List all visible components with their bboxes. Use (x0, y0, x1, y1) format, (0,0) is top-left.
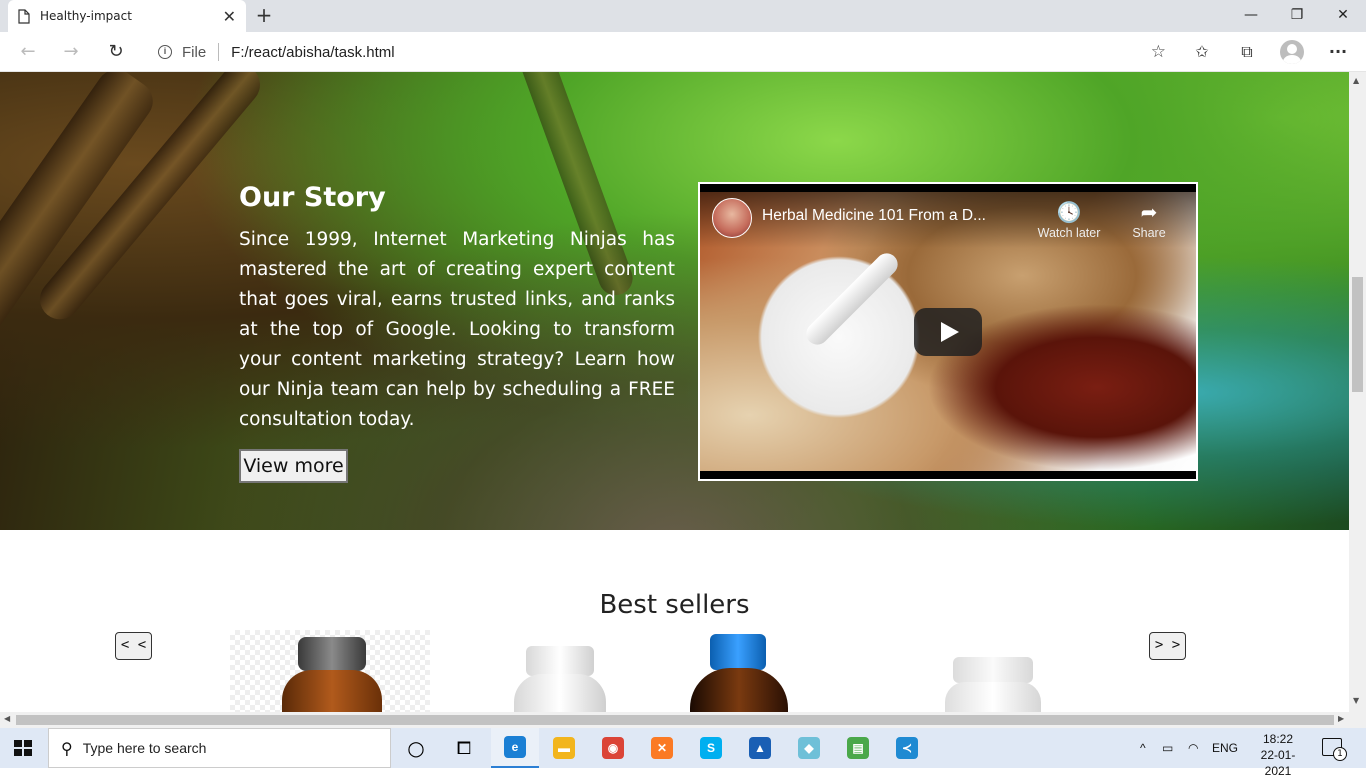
tab-close-icon[interactable]: ✕ (223, 7, 236, 26)
app-icon: ◉ (602, 737, 624, 759)
page-viewport: Our Story Since 1999, Internet Marketing… (0, 72, 1349, 712)
hero-title: Our Story (239, 182, 386, 213)
divider (218, 43, 220, 61)
vertical-scrollbar[interactable]: ▲ ▼ (1349, 72, 1366, 712)
app-icon: ◆ (798, 737, 820, 759)
taskbar-app-photos[interactable]: ▲ (736, 728, 784, 768)
hero-section: Our Story Since 1999, Internet Marketing… (0, 72, 1349, 530)
video-thumbnail[interactable]: Herbal Medicine 101 From a D... 🕓 Watch … (700, 192, 1196, 471)
scroll-down-icon[interactable]: ▼ (1353, 696, 1359, 705)
notification-icon[interactable]: 1 (1322, 738, 1347, 761)
task-view-icon[interactable]: ⧠ (440, 728, 488, 768)
app-icon: e (504, 736, 526, 758)
taskbar-app-skype[interactable]: S (687, 728, 735, 768)
forward-button[interactable]: → (57, 38, 85, 66)
app-icon: ≺ (896, 737, 918, 759)
taskbar-app-xampp[interactable]: ✕ (638, 728, 686, 768)
video-title[interactable]: Herbal Medicine 101 From a D... (762, 207, 986, 225)
page-icon (18, 8, 30, 24)
vertical-scroll-thumb[interactable] (1352, 277, 1363, 392)
minimize-button[interactable]: — (1228, 0, 1274, 30)
app-icon: S (700, 737, 722, 759)
channel-avatar[interactable] (712, 198, 752, 238)
refresh-button[interactable]: ↻ (102, 38, 130, 66)
cortana-icon[interactable]: ○ (392, 728, 440, 768)
collections-icon[interactable]: ⧉ (1233, 38, 1261, 66)
clock-icon: 🕓 (1056, 202, 1082, 224)
app-icon: ▬ (553, 737, 575, 759)
view-more-button[interactable]: View more (239, 449, 348, 483)
best-sellers-title: Best sellers (599, 590, 750, 620)
maximize-button[interactable]: ❐ (1274, 0, 1320, 30)
scroll-right-icon[interactable]: ▶ (1338, 714, 1344, 723)
search-placeholder: Type here to search (82, 740, 207, 756)
battery-icon[interactable]: ▭ (1162, 728, 1173, 768)
clock-time: 18:22 (1262, 732, 1294, 746)
browser-tab[interactable]: Healthy-impact ✕ (8, 0, 246, 32)
wifi-icon[interactable]: ◠ (1188, 728, 1198, 768)
video-embed[interactable]: Herbal Medicine 101 From a D... 🕓 Watch … (698, 182, 1198, 481)
favorite-star-icon[interactable]: ☆ (1151, 42, 1166, 62)
product-image[interactable] (230, 630, 430, 712)
taskbar-app-task-manager[interactable]: ▤ (834, 728, 882, 768)
address-bar[interactable]: i File F:/react/abisha/task.html ☆ (144, 36, 1174, 68)
video-header: Herbal Medicine 101 From a D... 🕓 Watch … (700, 192, 1196, 248)
taskbar-app-microsoft-edge[interactable]: e (491, 728, 539, 768)
play-icon[interactable] (914, 308, 982, 356)
share-button[interactable]: ➦ Share (1114, 200, 1184, 240)
watch-later-label: Watch later (1037, 226, 1101, 240)
share-icon: ➦ (1140, 202, 1158, 224)
favorites-icon[interactable]: ✩ (1188, 38, 1216, 66)
clock-date: 22-01-2021 (1260, 748, 1296, 778)
url-text[interactable]: F:/react/abisha/task.html (231, 44, 394, 61)
clock[interactable]: 18:22 22-01-2021 (1248, 731, 1308, 779)
windows-start-icon[interactable] (14, 740, 32, 756)
product-image[interactable] (895, 630, 1095, 712)
info-icon[interactable]: i (158, 45, 172, 59)
hero-description: Since 1999, Internet Marketing Ninjas ha… (239, 229, 675, 430)
app-icon: ▤ (847, 737, 869, 759)
horizontal-scroll-thumb[interactable] (16, 715, 1334, 725)
taskbar-search[interactable]: ⚲ Type here to search (48, 728, 391, 768)
tab-title: Healthy-impact (40, 9, 132, 23)
prev-button[interactable]: < < (115, 632, 152, 660)
watch-later-button[interactable]: 🕓 Watch later (1034, 200, 1104, 240)
app-icon: ✕ (651, 737, 673, 759)
app-icon: ▲ (749, 737, 771, 759)
close-window-button[interactable]: ✕ (1320, 0, 1366, 30)
scheme-label: File (182, 43, 207, 61)
taskbar-app-paint-3d[interactable]: ◆ (785, 728, 833, 768)
taskbar: ⚲ Type here to search ○ ⧠ e ▬ ◉ ✕ S ▲ ◆ ▤ ≺ ^ ▭ … (0, 728, 1366, 778)
product-image[interactable] (460, 630, 660, 712)
taskbar-app-file-explorer[interactable]: ▬ (540, 728, 588, 768)
scroll-left-icon[interactable]: ◀ (4, 714, 10, 723)
horizontal-scrollbar[interactable]: ◀ ▶ (0, 712, 1366, 728)
search-icon: ⚲ (61, 738, 73, 758)
new-tab-button[interactable]: + (252, 4, 276, 28)
profile-avatar[interactable] (1280, 40, 1304, 64)
taskbar-app-google-chrome[interactable]: ◉ (589, 728, 637, 768)
taskbar-app-visual-studio-code[interactable]: ≺ (883, 728, 931, 768)
tab-bar: Healthy-impact ✕ + — ❐ ✕ (0, 0, 1366, 32)
more-menu-icon[interactable]: ··· (1324, 38, 1352, 66)
share-label: Share (1132, 226, 1166, 240)
tray-chevron-icon[interactable]: ^ (1140, 728, 1146, 768)
address-bar-row: ← → ↻ i File F:/react/abisha/task.html ☆… (0, 32, 1366, 72)
back-button[interactable]: ← (14, 38, 42, 66)
pestle-image (801, 248, 903, 350)
product-image[interactable] (640, 630, 840, 712)
notification-badge: 1 (1333, 747, 1347, 761)
next-button[interactable]: > > (1149, 632, 1186, 660)
scroll-up-icon[interactable]: ▲ (1353, 76, 1359, 85)
language-indicator[interactable]: ENG (1212, 728, 1238, 768)
